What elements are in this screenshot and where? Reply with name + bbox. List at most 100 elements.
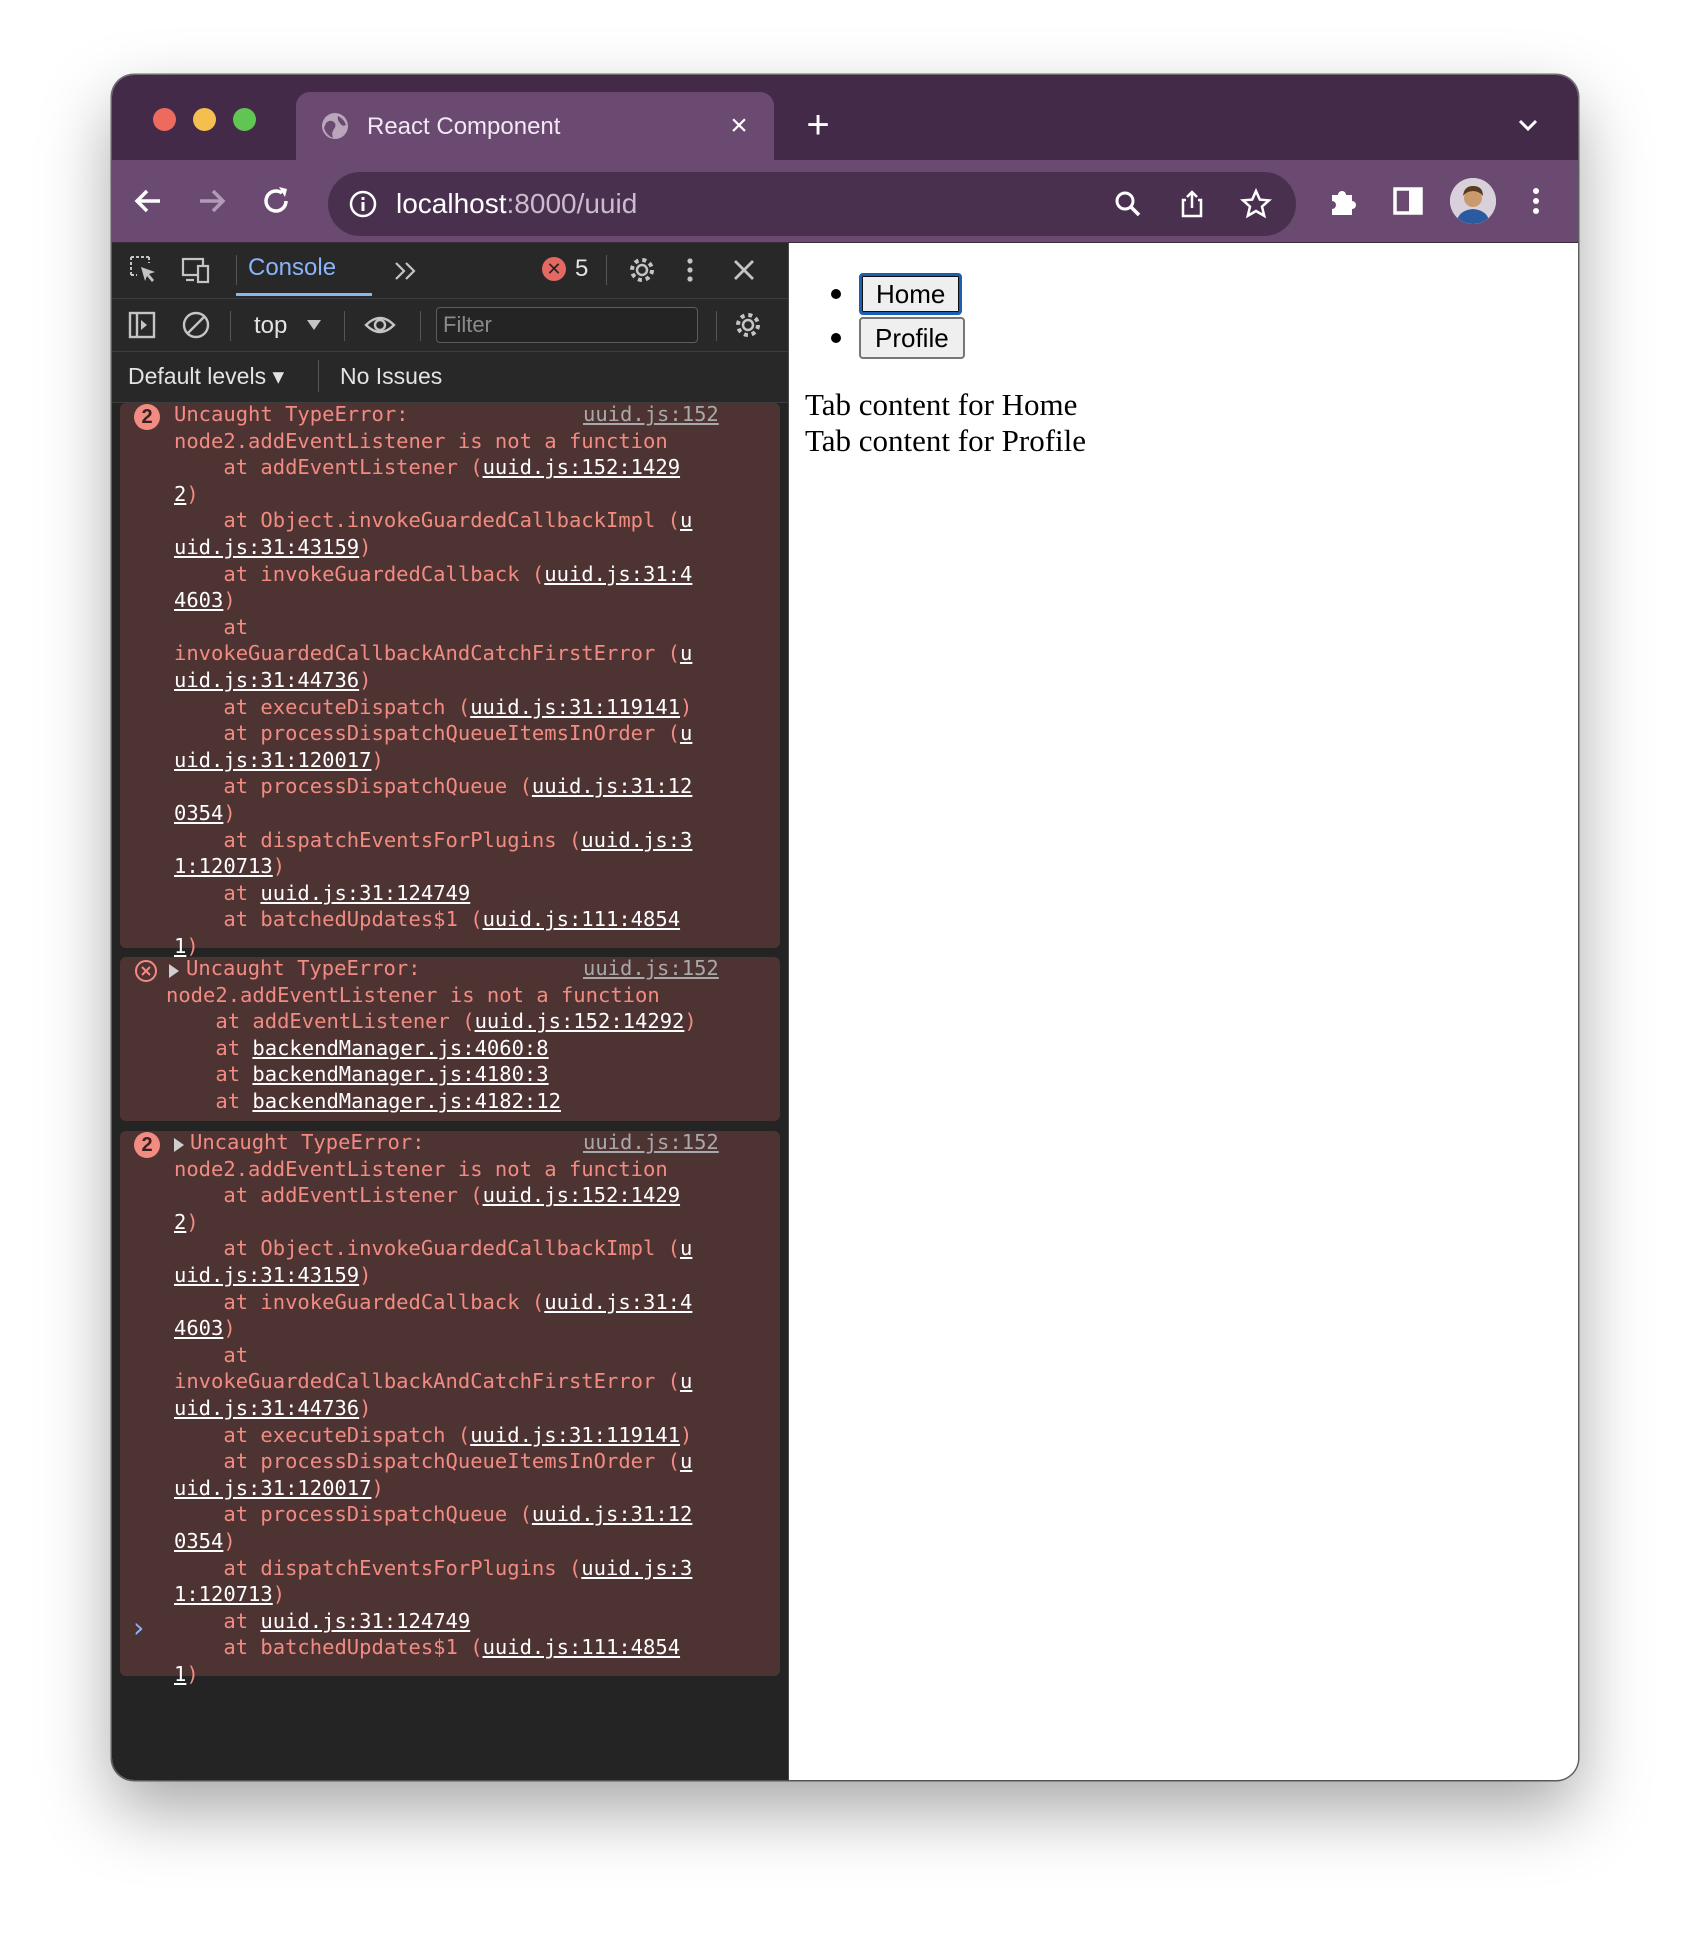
stack-link[interactable]: uid.js:31:120017 <box>174 1476 371 1500</box>
stack-link[interactable]: u <box>680 1236 692 1260</box>
stack-link[interactable]: 4603 <box>174 588 223 612</box>
expand-triangle-icon[interactable] <box>174 1138 184 1152</box>
stack-link[interactable]: uid.js:31:120017 <box>174 748 371 772</box>
bookmark-star-icon[interactable] <box>1240 188 1272 220</box>
stack-link[interactable]: backendManager.js:4180:3 <box>252 1062 548 1086</box>
source-link[interactable]: uuid.js:152 <box>583 401 719 428</box>
separator <box>236 255 237 285</box>
stack-text: at addEventListener ( <box>166 1009 475 1034</box>
stack-link[interactable]: 1:120713 <box>174 854 273 878</box>
stack-link[interactable]: 2 <box>174 1210 186 1234</box>
side-panel-icon[interactable] <box>1390 183 1426 219</box>
profile-avatar[interactable] <box>1450 178 1496 224</box>
stack-link[interactable]: backendManager.js:4182:12 <box>252 1089 561 1113</box>
caret-down-icon[interactable] <box>306 319 322 331</box>
stack-link[interactable]: 1 <box>174 934 186 958</box>
profile-tab-button[interactable]: Profile <box>859 317 965 359</box>
more-tabs-chevron-icon[interactable] <box>390 255 422 287</box>
issues-counter[interactable]: No Issues <box>340 362 442 390</box>
clear-console-icon[interactable] <box>180 309 212 341</box>
stack-text: at Object.invokeGuardedCallbackImpl ( <box>174 508 681 533</box>
search-icon[interactable] <box>1112 188 1144 220</box>
stack-link[interactable]: u <box>680 1369 692 1393</box>
console-toolbar: top <box>112 299 788 352</box>
stack-link[interactable]: uuid.js:3 <box>581 828 692 852</box>
stack-link[interactable]: uid.js:31:43159 <box>174 1263 359 1287</box>
stack-link[interactable]: u <box>680 1449 692 1473</box>
stack-link[interactable]: uuid.js:31:12 <box>532 1502 692 1526</box>
url-host: localhost <box>396 188 507 219</box>
tab-console[interactable]: Console <box>248 253 336 283</box>
close-window-button[interactable] <box>153 108 176 131</box>
stack-frame: at dispatchEventsForPlugins (uuid.js:3 <box>174 827 692 854</box>
context-selector[interactable]: top <box>254 312 287 340</box>
stack-link[interactable]: uid.js:31:44736 <box>174 668 359 692</box>
maximize-window-button[interactable] <box>233 108 256 131</box>
source-link[interactable]: uuid.js:152 <box>583 1129 719 1156</box>
stack-frame: 1) <box>174 1662 199 1686</box>
stack-link[interactable]: uid.js:31:44736 <box>174 1396 359 1420</box>
expand-triangle-icon[interactable] <box>169 964 179 978</box>
back-arrow-icon[interactable] <box>130 183 166 219</box>
sidebar-toggle-icon[interactable] <box>126 309 158 341</box>
stack-link[interactable]: u <box>680 721 692 745</box>
live-expression-eye-icon[interactable] <box>364 309 396 341</box>
error-count[interactable]: 5 <box>575 255 588 283</box>
log-levels-dropdown[interactable]: Default levels ▾ <box>128 362 284 390</box>
stack-link[interactable]: uuid.js:152:14292 <box>475 1009 685 1033</box>
console-error-message[interactable]: 2 uuid.js:152 Uncaught TypeError: node2.… <box>120 1129 780 1686</box>
devtools-panel: Console ✕ 5 top Filter Default levels ▾ … <box>112 243 789 1780</box>
stack-link[interactable]: uuid.js:152:1429 <box>483 1183 680 1207</box>
console-settings-gear-icon[interactable] <box>732 309 764 341</box>
stack-link[interactable]: uuid.js:31:124749 <box>260 1609 470 1633</box>
stack-link[interactable]: uuid.js:31:119141 <box>470 695 680 719</box>
site-info-icon[interactable] <box>348 189 378 219</box>
filter-input[interactable] <box>436 307 698 343</box>
browser-tab-active[interactable]: React Component × <box>296 92 774 160</box>
stack-link[interactable]: uuid.js:31:124749 <box>260 881 470 905</box>
stack-link[interactable]: uuid.js:31:4 <box>544 562 692 586</box>
stack-link[interactable]: uuid.js:111:4854 <box>483 1635 680 1659</box>
close-tab-icon[interactable]: × <box>722 109 756 143</box>
settings-gear-icon[interactable] <box>626 254 658 286</box>
address-bar[interactable]: localhost:8000/uuid <box>328 172 1296 236</box>
stack-frame: at processDispatchQueue (uuid.js:31:12 <box>174 1501 692 1528</box>
stack-frame: 4603) <box>174 1316 236 1341</box>
device-toolbar-icon[interactable] <box>180 254 212 286</box>
home-tab-button[interactable]: Home <box>859 273 963 315</box>
error-icon <box>135 960 157 982</box>
stack-link[interactable]: 0354 <box>174 1529 223 1553</box>
stack-link[interactable]: 2 <box>174 482 186 506</box>
extensions-puzzle-icon[interactable] <box>1326 183 1362 219</box>
more-vertical-icon[interactable] <box>674 254 706 286</box>
console-error-message[interactable]: uuid.js:152 Uncaught TypeError: node2.ad… <box>120 955 780 1121</box>
more-vertical-icon[interactable] <box>1518 183 1554 219</box>
stack-link[interactable]: 1 <box>174 1662 186 1686</box>
stack-link[interactable]: uuid.js:31:12 <box>532 774 692 798</box>
stack-link[interactable]: uuid.js:152:1429 <box>483 455 680 479</box>
stack-link[interactable]: 0354 <box>174 801 223 825</box>
reload-icon[interactable] <box>258 183 294 219</box>
close-devtools-icon[interactable] <box>728 254 760 286</box>
stack-link[interactable]: 1:120713 <box>174 1582 273 1606</box>
stack-link[interactable]: u <box>680 508 692 532</box>
stack-link[interactable]: uid.js:31:43159 <box>174 535 359 559</box>
stack-link[interactable]: uuid.js:31:4 <box>544 1290 692 1314</box>
stack-link[interactable]: uuid.js:31:119141 <box>470 1423 680 1447</box>
stack-link[interactable]: uuid.js:3 <box>581 1556 692 1580</box>
stack-frame: invokeGuardedCallbackAndCatchFirstError … <box>174 640 692 667</box>
stack-link[interactable]: uuid.js:111:4854 <box>483 907 680 931</box>
console-prompt[interactable]: › <box>130 1613 147 1643</box>
source-link[interactable]: uuid.js:152 <box>583 955 719 982</box>
inspect-element-icon[interactable] <box>128 254 160 286</box>
error-count-icon[interactable]: ✕ <box>542 257 566 281</box>
stack-link[interactable]: backendManager.js:4060:8 <box>252 1036 548 1060</box>
console-error-message[interactable]: 2 uuid.js:152 Uncaught TypeError: node2.… <box>120 401 780 958</box>
stack-link[interactable]: 4603 <box>174 1316 223 1340</box>
forward-arrow-icon[interactable] <box>194 183 230 219</box>
stack-link[interactable]: u <box>680 641 692 665</box>
minimize-window-button[interactable] <box>193 108 216 131</box>
new-tab-button[interactable]: + <box>798 105 838 145</box>
share-icon[interactable] <box>1176 188 1208 220</box>
chevron-down-icon[interactable] <box>1516 113 1540 137</box>
